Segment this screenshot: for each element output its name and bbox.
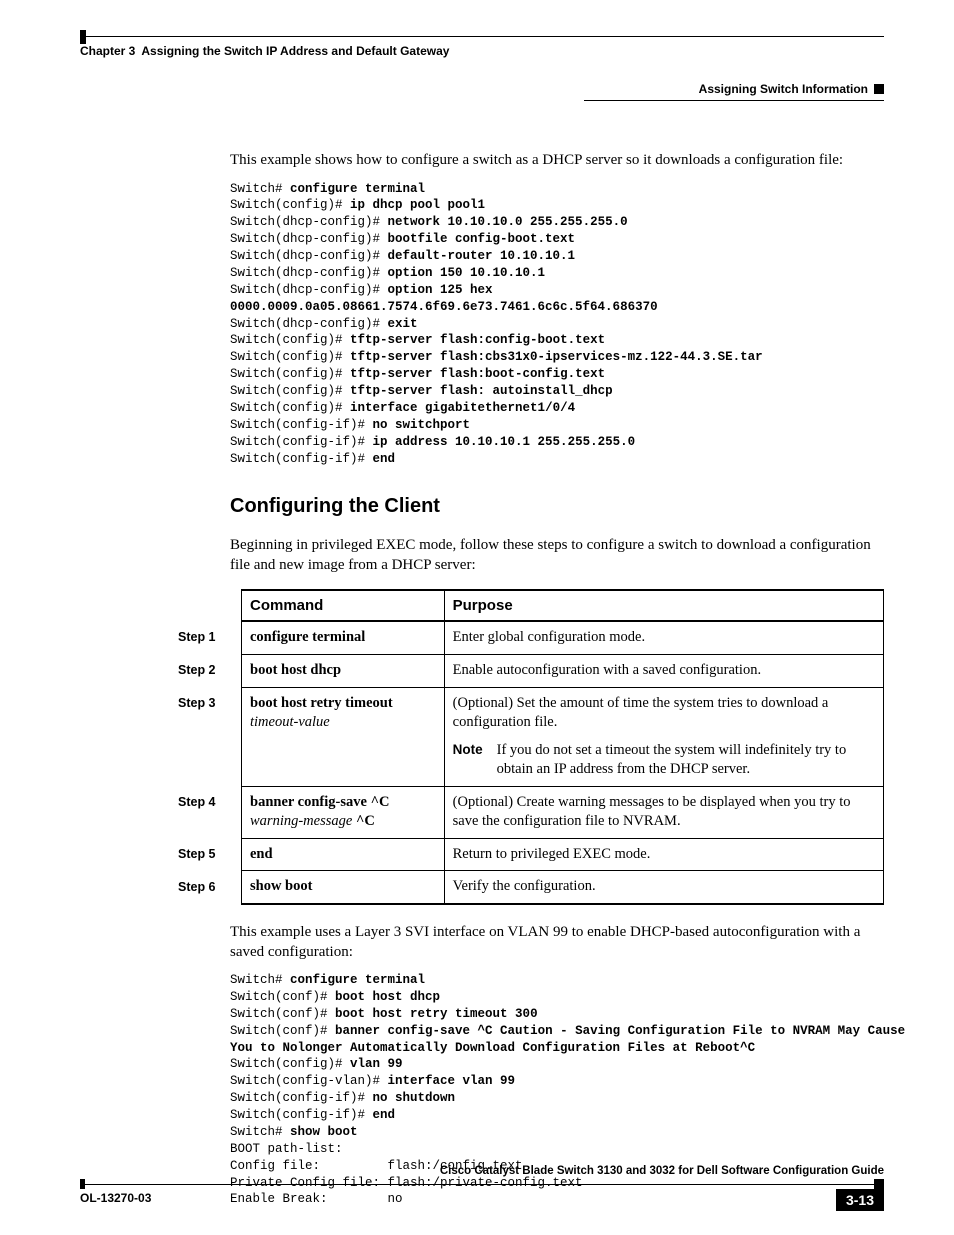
purpose-cell: Return to privileged EXEC mode. [444,838,883,871]
step-label: Step 4 [170,786,242,838]
note-text: If you do not set a timeout the system w… [497,741,875,780]
footer-doc-id: OL-13270-03 [80,1189,836,1211]
command-cell: boot host retry timeout timeout-value [242,687,445,786]
table-row: Step 2 boot host dhcp Enable autoconfigu… [170,654,884,687]
header-right: Assigning Switch Information [699,82,884,96]
chapter-label: Chapter 3 [80,44,135,58]
col-purpose: Purpose [444,590,883,621]
table-header-row: Command Purpose [170,590,884,621]
note-label: Note [453,741,483,780]
table-row: Step 1 configure terminal Enter global c… [170,621,884,654]
table-row: Step 6 show boot Verify the configuratio… [170,871,884,904]
content-area: This example shows how to configure a sw… [80,151,884,1208]
header-bar-left [80,30,86,44]
page-number-badge: 3-13 [836,1189,884,1211]
step-label: Step 3 [170,687,242,786]
table-row: Step 4 banner config-save ^C warning-mes… [170,786,884,838]
command-cell: boot host dhcp [242,654,445,687]
intro-paragraph-2: Beginning in privileged EXEC mode, follo… [230,536,884,575]
header-marker-icon [874,84,884,94]
step-label: Step 6 [170,871,242,904]
command-cell: banner config-save ^C warning-message ^C [242,786,445,838]
command-cell: configure terminal [242,621,445,654]
purpose-cell: Enable autoconfiguration with a saved co… [444,654,883,687]
note: Note If you do not set a timeout the sys… [453,741,875,780]
steps-table: Command Purpose Step 1 configure termina… [170,589,884,905]
table-row: Step 3 boot host retry timeout timeout-v… [170,687,884,786]
chapter-title: Assigning the Switch IP Address and Defa… [141,44,449,58]
footer-marker-icon [874,1179,884,1189]
purpose-cell: Verify the configuration. [444,871,883,904]
intro-paragraph-3: This example uses a Layer 3 SVI interfac… [230,923,884,962]
purpose-cell: (Optional) Set the amount of time the sy… [444,687,883,786]
intro-paragraph-1: This example shows how to configure a sw… [230,151,884,171]
command-cell: end [242,838,445,871]
page-header: Chapter 3 Assigning the Switch IP Addres… [80,44,884,58]
step-label: Step 5 [170,838,242,871]
purpose-cell: Enter global configuration mode. [444,621,883,654]
footer-guide-title: Cisco Catalyst Blade Switch 3130 and 303… [80,1165,884,1177]
header-left: Chapter 3 Assigning the Switch IP Addres… [80,44,449,58]
page-footer: Cisco Catalyst Blade Switch 3130 and 303… [80,1165,884,1211]
col-command: Command [242,590,445,621]
command-cell: show boot [242,871,445,904]
purpose-cell: (Optional) Create warning messages to be… [444,786,883,838]
step-label: Step 2 [170,654,242,687]
header-rule [80,30,884,44]
code-block-1: Switch# configure terminal Switch(config… [230,181,884,468]
section-breadcrumb: Assigning Switch Information [699,82,868,96]
step-label: Step 1 [170,621,242,654]
table-row: Step 5 end Return to privileged EXEC mod… [170,838,884,871]
section-heading: Configuring the Client [230,495,884,518]
page: Chapter 3 Assigning the Switch IP Addres… [0,0,954,1235]
